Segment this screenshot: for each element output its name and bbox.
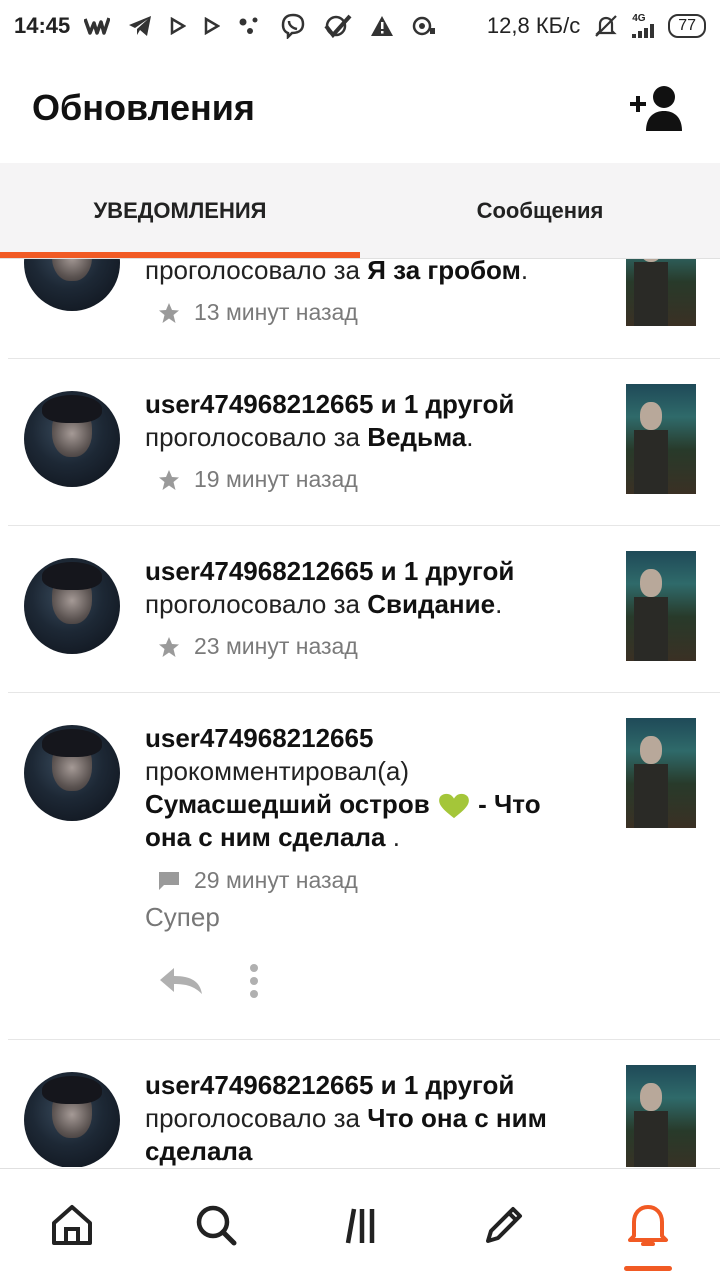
notification-text: user474968212665 и 1 другой проголосовал… [145, 388, 575, 454]
notification-meta: 19 минут назад [158, 466, 358, 493]
notification-text: проголосовало за Я за гробом. [145, 259, 575, 287]
story-cover[interactable] [626, 1065, 696, 1167]
write-icon [486, 1207, 522, 1243]
network-speed: 12,8 КБ/с [486, 13, 581, 38]
nav-search[interactable] [144, 1169, 288, 1280]
avatar[interactable] [24, 391, 120, 487]
battery-icon: 77 [668, 14, 706, 38]
status-time: 14:45 [14, 13, 71, 38]
user-name[interactable]: user474968212665 и 1 другой [145, 389, 514, 419]
action-text: проголосовало за [145, 422, 360, 452]
list-item[interactable]: user474968212665 и 1 другой проголосовал… [8, 1040, 720, 1167]
status-bar: 14:45 12,8 КБ/с 4G 77 [0, 0, 720, 52]
list-item[interactable]: user474968212665 и 1 другой проголосовал… [8, 526, 720, 693]
star-icon [158, 636, 180, 658]
telegram-icon [128, 15, 152, 37]
home-icon [52, 1205, 92, 1245]
signal-icon [632, 24, 655, 38]
star-icon [158, 469, 180, 491]
nav-home[interactable] [0, 1169, 144, 1280]
nav-notifications[interactable] [576, 1169, 720, 1280]
comment-text: Супер [145, 902, 220, 932]
status-right: 12,8 КБ/с 4G 77 [487, 13, 706, 39]
story-link[interactable]: Сумасшедший остров - Что она с ним сдела… [145, 789, 541, 852]
story-cover[interactable] [626, 384, 696, 494]
library-icon [345, 1208, 375, 1244]
notification-text: user474968212665 прокомментировал(а) Сум… [145, 722, 575, 854]
play-icon [204, 17, 221, 35]
user-name[interactable]: user474968212665 и 1 другой [145, 556, 514, 586]
timestamp: 23 минут назад [194, 633, 358, 659]
network-indicator: 4G [632, 13, 655, 38]
warning-icon [370, 15, 394, 37]
notification-text: user474968212665 и 1 другой проголосовал… [145, 1069, 575, 1167]
notification-meta: 23 минут назад [158, 633, 358, 660]
tab-messages[interactable]: Сообщения [360, 163, 720, 259]
battery-level: 77 [678, 17, 696, 34]
story-cover[interactable] [626, 718, 696, 828]
suffix: . [520, 259, 529, 285]
story-link[interactable]: Ведьма [367, 422, 466, 452]
heart-icon [439, 794, 469, 819]
avatar[interactable] [24, 558, 120, 654]
app-bar: Обновления [0, 52, 720, 164]
add-friend-icon [630, 86, 682, 131]
nav-library[interactable] [288, 1169, 432, 1280]
wattpad-icon [84, 16, 111, 36]
nav-write[interactable] [432, 1169, 576, 1280]
mute-icon [594, 14, 618, 38]
notification-meta: 13 минут назад [158, 299, 358, 326]
action-text: прокомментировал(а) [145, 756, 409, 786]
add-friend-button[interactable] [628, 78, 688, 138]
timestamp: 19 минут назад [194, 466, 358, 492]
check-icon [324, 14, 352, 38]
page-title: Обновления [32, 87, 255, 128]
list-item[interactable]: проголосовало за Я за гробом. 13 минут н… [8, 259, 720, 359]
timestamp: 13 минут назад [194, 299, 358, 325]
avatar[interactable] [24, 259, 120, 311]
story-cover[interactable] [626, 551, 696, 661]
search-icon [196, 1205, 237, 1246]
more-options-button[interactable] [248, 963, 260, 1004]
play-icon [170, 17, 187, 35]
story-link[interactable]: Свидание [367, 589, 495, 619]
story-link[interactable]: Я за гробом [367, 259, 521, 285]
story-title: Сумасшедший остров [145, 789, 430, 819]
dots-icon [238, 16, 262, 36]
suffix: . [495, 589, 503, 619]
status-notification-icons [84, 13, 436, 39]
star-icon [158, 302, 180, 324]
avatar[interactable] [24, 1072, 120, 1167]
comment-actions [158, 963, 260, 1004]
notification-meta: 29 минут назад [158, 867, 358, 894]
notifications-icon [628, 1205, 668, 1246]
user-name[interactable]: user474968212665 [145, 723, 373, 753]
action-text: проголосовало за [145, 589, 360, 619]
list-item[interactable]: user474968212665 прокомментировал(а) Сум… [8, 693, 720, 1040]
user-name[interactable]: user474968212665 и 1 другой [145, 1070, 514, 1100]
reply-button[interactable] [158, 966, 204, 1001]
network-type: 4G [632, 13, 646, 24]
tab-bar: УВЕДОМЛЕНИЯ Сообщения [0, 163, 720, 259]
notification-text: user474968212665 и 1 другой проголосовал… [145, 555, 575, 621]
bottom-navigation [0, 1168, 720, 1280]
action-text: проголосовало за [145, 259, 360, 285]
avatar[interactable] [24, 725, 120, 821]
more-vert-icon [250, 964, 258, 998]
timestamp: 29 минут назад [194, 867, 358, 893]
vpn-icon [412, 15, 436, 37]
suffix: . [392, 822, 400, 852]
action-text: проголосовало за [145, 1103, 360, 1133]
story-cover[interactable] [626, 259, 696, 326]
comment-icon [158, 870, 180, 892]
tab-notifications[interactable]: УВЕДОМЛЕНИЯ [0, 163, 360, 259]
list-item[interactable]: user474968212665 и 1 другой проголосовал… [8, 359, 720, 526]
notifications-feed[interactable]: проголосовало за Я за гробом. 13 минут н… [0, 259, 720, 1167]
viber-icon [280, 13, 306, 39]
reply-icon [160, 968, 202, 994]
suffix: . [466, 422, 474, 452]
